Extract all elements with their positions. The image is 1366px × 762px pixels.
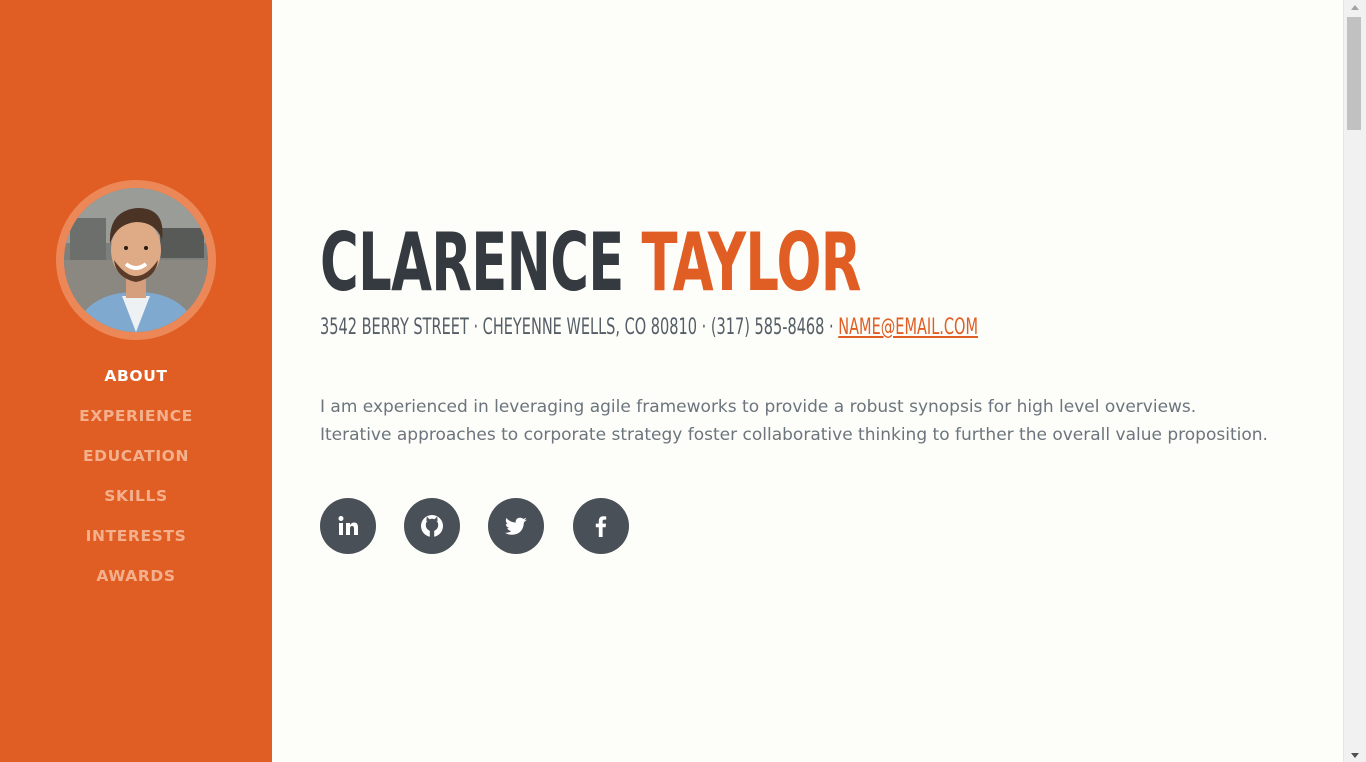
address-text: 3542 BERRY STREET · CHEYENNE WELLS, CO 8… [320, 315, 839, 340]
sidebar: ABOUT EXPERIENCE EDUCATION SKILLS INTERE… [0, 0, 272, 762]
profile-name: CLARENCE TAYLOR [320, 213, 861, 313]
nav-item-education[interactable]: EDUCATION [0, 436, 272, 476]
last-name: TAYLOR [641, 216, 861, 309]
sidebar-nav: ABOUT EXPERIENCE EDUCATION SKILLS INTERE… [0, 356, 272, 596]
nav-item-about[interactable]: ABOUT [0, 356, 272, 396]
nav-item-awards[interactable]: AWARDS [0, 556, 272, 596]
twitter-icon [504, 517, 527, 535]
contact-line: 3542 BERRY STREET · CHEYENNE WELLS, CO 8… [320, 313, 978, 343]
nav-item-skills[interactable]: SKILLS [0, 476, 272, 516]
profile-avatar[interactable] [56, 180, 216, 340]
facebook-icon [595, 516, 607, 537]
vertical-scrollbar[interactable] [1343, 0, 1366, 762]
scroll-thumb[interactable] [1347, 17, 1361, 130]
facebook-button[interactable] [573, 498, 629, 554]
nav-item-interests[interactable]: INTERESTS [0, 516, 272, 556]
linkedin-icon [338, 516, 358, 535]
nav-item-experience[interactable]: EXPERIENCE [0, 396, 272, 436]
scroll-down-arrow-icon[interactable] [1351, 753, 1359, 758]
scroll-up-arrow-icon[interactable] [1351, 5, 1359, 10]
first-name: CLARENCE [320, 216, 624, 309]
email-link[interactable]: NAME@EMAIL.COM [838, 315, 978, 340]
avatar-photo [64, 188, 208, 332]
github-icon [421, 515, 443, 538]
github-button[interactable] [404, 498, 460, 554]
bio-text: I am experienced in leveraging agile fra… [320, 397, 1268, 445]
twitter-button[interactable] [488, 498, 544, 554]
linkedin-button[interactable] [320, 498, 376, 554]
about-section: CLARENCE TAYLOR 3542 BERRY STREET · CHEY… [272, 0, 1343, 762]
